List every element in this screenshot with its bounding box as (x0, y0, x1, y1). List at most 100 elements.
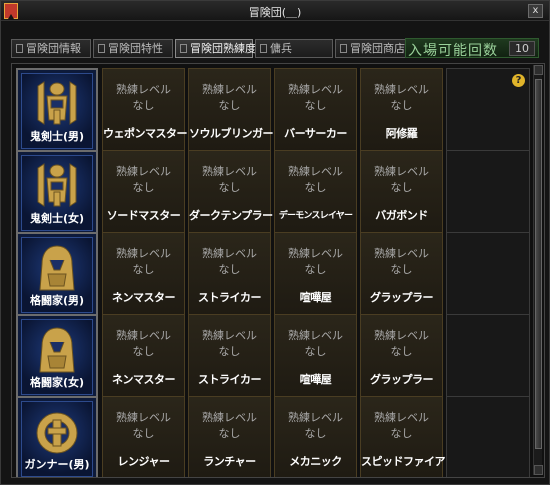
advancement-cell[interactable]: 熟練レベルなし喧嘩屋 (274, 232, 357, 318)
advancement-name: ストライカー (198, 291, 262, 304)
advancement-cell[interactable]: 熟練レベル なし スピッドファイア (360, 396, 446, 477)
proficiency-row: 格闘家(男) 熟練レベル なし ネンマスター 熟練レベル なし ストライカー 熟練レベル なし喧… (16, 232, 530, 318)
tab-party-proficiency[interactable]: 冒険団熟練度 (175, 39, 256, 58)
advancement-cell[interactable]: 熟練レベルなしバーサーカー (274, 68, 357, 154)
character-card-frame: ガンナー(男) (21, 401, 93, 477)
tab-label: 傭兵 (270, 42, 292, 55)
empty-cell (446, 232, 530, 318)
scroll-thumb[interactable] (535, 79, 542, 449)
character-name: 格闘家(女) (29, 376, 85, 389)
advancement-cell[interactable]: 熟練レベル なし ウェポンマスター (102, 68, 188, 154)
advancement-cell[interactable]: 熟練レベル なし ネンマスター (102, 232, 185, 318)
character-card[interactable]: 鬼剣士(女) (16, 150, 98, 236)
ghost-knight-emblem-icon (34, 80, 80, 130)
proficiency-row: 鬼剣士(女) 熟練レベル なし ソードマスター 熟練レベル なし ダークテンプラー 熟練レベル… (16, 150, 530, 236)
proficiency-level-label: 熟練レベル (116, 83, 171, 96)
entry-count-label: 入場可能回数 (408, 43, 498, 59)
proficiency-level-value: なし (218, 345, 241, 358)
advancement-cell[interactable]: 熟練レベルなしグラップラー (360, 232, 443, 318)
proficiency-level-value: なし (304, 345, 327, 358)
tab-label: 冒険団熟練度 (190, 42, 256, 55)
proficiency-level-label: 熟練レベル (202, 411, 257, 424)
character-card[interactable]: 鬼剣士(男) (16, 68, 98, 154)
advancement-cell[interactable]: 熟練レベル なし ネンマスター (102, 314, 185, 400)
proficiency-level-value: なし (304, 263, 327, 276)
tab-party-info[interactable]: 冒険団情報 (11, 39, 91, 58)
proficiency-level-value: なし (390, 345, 413, 358)
character-name: 格闘家(男) (29, 294, 85, 307)
tab-marker-icon (180, 44, 187, 53)
advancement-cell[interactable]: 熟練レベル なし グラップラー (360, 314, 443, 400)
help-button[interactable]: ? (512, 74, 525, 87)
entry-count-display: 入場可能回数 10 (405, 38, 539, 59)
advancement-cell[interactable]: 熟練レベル なし ストライカー (188, 232, 271, 318)
character-name: ガンナー(男) (24, 458, 90, 471)
tab-marker-icon (340, 44, 347, 53)
advancement-name: 喧嘩屋 (299, 291, 332, 304)
proficiency-level-value: なし (390, 427, 413, 440)
advancement-name: グラップラー (370, 373, 434, 386)
fighter-emblem-icon (34, 326, 80, 376)
proficiency-level-label: 熟練レベル (374, 247, 429, 260)
scroll-down-button[interactable] (534, 465, 543, 475)
advancement-name: ランチャー (203, 455, 256, 468)
tab-mercenary[interactable]: 傭兵 (255, 39, 333, 58)
proficiency-level-value: なし (304, 181, 327, 194)
proficiency-level-label: 熟練レベル (288, 83, 343, 96)
tab-marker-icon (98, 44, 105, 53)
proficiency-level-label: 熟練レベル (288, 411, 343, 424)
proficiency-level-label: 熟練レベル (288, 247, 343, 260)
adventure-party-window: 冒険団(＿) x 冒険団情報 冒険団特性 冒険団熟練度 傭兵 冒険団商店 入場可… (0, 0, 550, 485)
advancement-cell[interactable]: 熟練レベル なし ランチャー (188, 396, 271, 477)
scrollbar[interactable] (533, 65, 543, 475)
proficiency-level-value: なし (390, 181, 413, 194)
proficiency-row: 格闘家(女) 熟練レベル なし ネンマスター 熟練レベル なし ストライカー 熟練レベル なし喧… (16, 314, 530, 400)
character-name: 鬼剣士(女) (29, 212, 85, 225)
advancement-cell[interactable]: 熟練レベルなしメカニック (274, 396, 357, 477)
close-button[interactable]: x (528, 4, 543, 18)
proficiency-level-label: 熟練レベル (374, 165, 429, 178)
advancement-cell[interactable]: 熟練レベル なし 阿修羅 (360, 68, 443, 154)
proficiency-level-value: なし (218, 99, 241, 112)
proficiency-level-label: 熟練レベル (202, 83, 257, 96)
proficiency-level-label: 熟練レベル (116, 247, 171, 260)
window-title: 冒険団(＿) (248, 6, 302, 19)
advancement-cell[interactable]: 熟練レベル なし ストライカー (188, 314, 271, 400)
gunner-emblem-icon (34, 408, 80, 458)
proficiency-level-label: 熟練レベル (202, 247, 257, 260)
character-card[interactable]: 格闘家(男) (16, 232, 98, 318)
title-bar[interactable]: 冒険団(＿) x (1, 1, 549, 21)
advancement-name: 喧嘩屋 (299, 373, 332, 386)
advancement-cell[interactable]: 熟練レベル なし 喧嘩屋 (274, 314, 357, 400)
tab-label: 冒険団情報 (26, 42, 81, 55)
advancement-name: デーモンスレイヤー (278, 211, 353, 221)
character-card[interactable]: ガンナー(男) (16, 396, 98, 477)
tab-party-shop[interactable]: 冒険団商店 (335, 39, 413, 58)
advancement-cell[interactable]: 熟練レベル なし レンジャー (102, 396, 185, 477)
advancement-name: グラップラー (370, 291, 434, 304)
proficiency-level-value: なし (132, 345, 155, 358)
scroll-up-button[interactable] (534, 65, 543, 75)
advancement-cell[interactable]: 熟練レベル なし ソードマスター (102, 150, 185, 236)
character-card[interactable]: 格闘家(女) (16, 314, 98, 400)
advancement-cell[interactable]: 熟練レベル なし ソウルブリンガー (188, 68, 274, 154)
character-card-frame: 格闘家(男) (21, 237, 93, 313)
advancement-name: レンジャー (117, 455, 170, 468)
tab-party-traits[interactable]: 冒険団特性 (93, 39, 173, 58)
character-card-frame: 鬼剣士(男) (21, 73, 93, 149)
advancement-name: バーサーカー (284, 127, 347, 140)
proficiency-level-value: なし (218, 181, 241, 194)
advancement-name: メカニック (289, 455, 342, 468)
advancement-name: ウェポンマスター (103, 127, 188, 140)
empty-cell (446, 314, 530, 400)
character-card-frame: 格闘家(女) (21, 319, 93, 395)
advancement-name: ストライカー (198, 373, 262, 386)
proficiency-level-value: なし (390, 99, 413, 112)
proficiency-level-label: 熟練レベル (202, 165, 257, 178)
advancement-cell[interactable]: 熟練レベル なし バガボンド (360, 150, 443, 236)
advancement-cell[interactable]: 熟練レベル なし デーモンスレイヤー (274, 150, 357, 236)
proficiency-level-value: なし (304, 427, 327, 440)
proficiency-level-value: なし (304, 99, 327, 112)
advancement-cell[interactable]: 熟練レベル なし ダークテンプラー (188, 150, 273, 236)
proficiency-level-value: なし (390, 263, 413, 276)
